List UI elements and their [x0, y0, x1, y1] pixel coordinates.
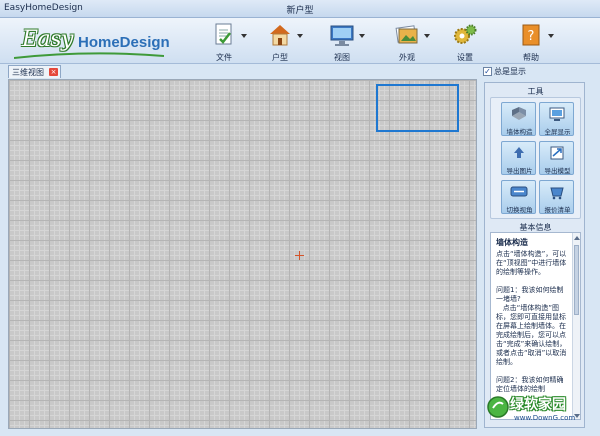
export-image-icon [514, 147, 524, 158]
tool-quote-list-label: 报价清单 [544, 206, 571, 214]
app-logo: Easy HomeDesign [14, 26, 170, 60]
chevron-down-icon [424, 34, 430, 38]
document-title: 新户型 [286, 6, 314, 16]
origin-marker [295, 251, 304, 260]
tab-bar: 三维视图 × ✓ 总是显示 [0, 64, 600, 78]
tab-3d-view[interactable]: 三维视图 × [8, 65, 61, 78]
always-show-toggle[interactable]: ✓ 总是显示 [483, 66, 526, 77]
file-icon [215, 23, 232, 45]
scroll-up-icon[interactable] [574, 236, 580, 240]
quote-list-icon [550, 187, 564, 200]
watermark-url: www.DownG.com [514, 414, 576, 422]
chevron-down-icon [548, 34, 554, 38]
menu-settings[interactable]: 设置 [446, 20, 494, 62]
logo-home-design: HomeDesign [78, 34, 170, 51]
logo-easy: Easy [22, 27, 73, 52]
tool-wall-build[interactable]: 墙体构造 [501, 102, 536, 136]
watermark-logo [487, 396, 509, 418]
ribbon: Easy HomeDesign 文件 户型 视图 外观 设置 ? 帮助 [0, 18, 600, 64]
tool-switch-view-label: 切换视角 [506, 206, 533, 214]
menu-appearance[interactable]: 外观 [388, 20, 436, 62]
help-book-icon: ? [522, 24, 540, 46]
menu-appearance-label: 外观 [399, 53, 415, 62]
picture-icon [395, 25, 418, 44]
wall-build-icon [512, 107, 526, 120]
tools-title: 工具 [527, 87, 544, 96]
menu-house-label: 户型 [272, 53, 288, 62]
chevron-down-icon [241, 34, 247, 38]
tab-3d-view-label: 三维视图 [12, 68, 44, 77]
house-icon [270, 25, 290, 46]
info-body: 点击“墙体构造”，可以在“顶视图”中进行墙体的绘制等操作。 问题1：我该如何绘制… [496, 250, 567, 393]
menu-house[interactable]: 户型 [261, 20, 309, 62]
watermark: 绿软家园 www.DownG.com [484, 392, 596, 434]
menu-file[interactable]: 文件 [205, 20, 253, 62]
scroll-thumb[interactable] [574, 245, 579, 315]
tool-export-model[interactable]: 导出模型 [539, 141, 574, 175]
chevron-down-icon [359, 34, 365, 38]
tool-switch-view[interactable]: 切换视角 [501, 180, 536, 214]
tool-export-image-label: 导出图片 [506, 167, 533, 175]
close-icon[interactable]: × [49, 68, 58, 76]
title-bar: EasyHomeDesign 新户型 [0, 0, 600, 18]
always-show-checkbox[interactable]: ✓ [483, 67, 492, 76]
minimap-viewport[interactable] [376, 84, 459, 132]
menu-help[interactable]: ? 帮助 [512, 20, 560, 62]
tool-quote-list[interactable]: 报价清单 [539, 180, 574, 214]
tool-wall-build-label: 墙体构造 [506, 128, 533, 136]
chevron-down-icon [297, 34, 303, 38]
menu-file-label: 文件 [216, 53, 232, 62]
tool-fullscreen-label: 全屏显示 [544, 128, 571, 136]
fullscreen-icon [549, 107, 565, 121]
menu-view-label: 视图 [334, 53, 350, 62]
info-heading: 墙体构造 [496, 238, 528, 247]
svg-text:?: ? [528, 29, 535, 44]
switch-view-icon [510, 186, 528, 197]
watermark-text: 绿软家园 [510, 397, 566, 413]
menu-help-label: 帮助 [523, 53, 539, 62]
monitor-icon [330, 25, 354, 46]
gears-icon [454, 24, 477, 44]
tool-export-image[interactable]: 导出图片 [501, 141, 536, 175]
always-show-label: 总是显示 [494, 67, 526, 76]
tools-group: 墙体构造 全屏显示 导出图片 导出模型 切换视角 报价清单 [490, 97, 581, 219]
tool-fullscreen[interactable]: 全屏显示 [539, 102, 574, 136]
menu-view[interactable]: 视图 [323, 20, 371, 62]
side-panel: 工具 墙体构造 全屏显示 导出图片 导出模型 切换视角 报价清单 基本信息 墙体… [484, 82, 585, 428]
tool-export-model-label: 导出模型 [544, 167, 571, 175]
logo-swoosh [14, 52, 164, 59]
menu-settings-label: 设置 [457, 53, 473, 62]
export-model-icon [550, 146, 564, 160]
